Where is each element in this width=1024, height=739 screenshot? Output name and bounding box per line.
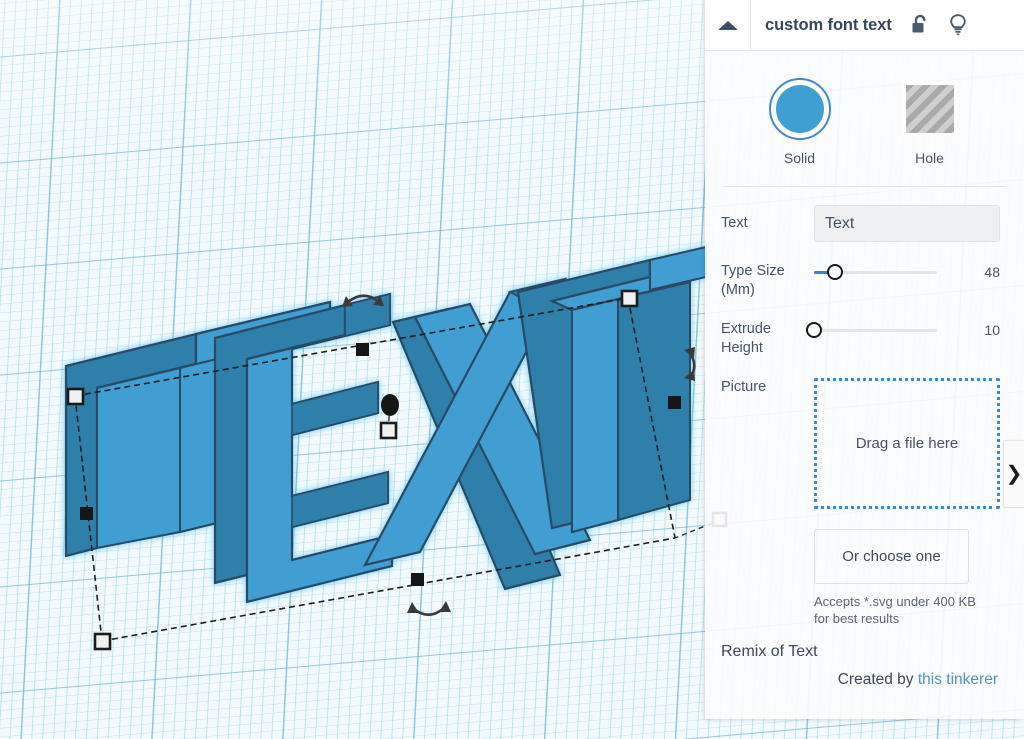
label-extrude-line1: Extrude [721,321,771,337]
page-title: custom font text [765,15,892,34]
remix-credit: Created by this tinkerer [721,671,1006,689]
hole-swatch [902,82,957,136]
solid-swatch-ring [768,78,831,140]
shape-mode-selector: Solid Hole [705,51,1024,182]
triangle-up-icon [717,20,738,30]
tinkerer-link[interactable]: this tinkerer [918,671,998,688]
slider-track [814,329,937,332]
panel-header: custom font text [705,0,1024,51]
label-picture: Picture [721,379,767,395]
mode-option-solid[interactable]: Solid [757,78,843,166]
collapse-panel-button[interactable] [705,0,751,50]
collapse-sidebar-tab[interactable]: ❯ [1003,440,1024,508]
field-row-text: Text [721,205,1008,242]
tinkercad-window: custom font text Solid Hole Text Text Ty… [0,0,1024,739]
remix-footer: Remix of Text Created by this tinkerer [705,627,1024,689]
text-input[interactable] [814,205,1000,242]
dropzone-label: Drag a file here [855,435,959,452]
slider-knob[interactable] [806,322,822,338]
field-row-type-size: Type Size (Mm) 48 [721,262,1008,300]
created-by-prefix: Created by [837,671,918,688]
accepts-line1: Accepts *.svg under 400 KB [814,594,976,609]
choose-file-label: Or choose one [842,548,941,565]
label-type-size-line2: (Mm) [721,282,755,298]
panel-body: Solid Hole Text Text Type Size (Mm) 48 E… [705,51,1024,719]
label-extrude-height: Extrude Height [721,320,814,358]
accepts-note: Accepts *.svg under 400 KB for best resu… [814,593,1014,627]
type-size-slider[interactable] [814,262,937,282]
file-dropzone[interactable]: Drag a file here [814,378,1000,509]
unlocked-padlock-icon[interactable] [910,14,930,36]
shape-properties-panel: custom font text Solid Hole Text Text Ty… [705,0,1024,719]
mode-label-hole: Hole [915,150,944,166]
field-row-picture: Picture Drag a file here [721,378,1008,509]
remix-title: Remix of Text [721,643,818,660]
hole-swatch-ring [899,78,961,140]
slider-knob[interactable] [827,264,843,280]
accepts-line2: for best results [814,611,900,626]
type-size-value: 48 [984,264,1000,280]
label-type-size-line1: Type Size [721,263,785,279]
solid-swatch [775,85,824,133]
extrude-height-value: 10 [984,322,1000,338]
label-extrude-line2: Height [721,340,763,356]
lightbulb-icon[interactable] [948,13,968,37]
field-row-extrude-height: Extrude Height 10 [721,320,1008,358]
mode-label-solid: Solid [783,150,816,166]
label-text: Text [721,215,748,231]
chevron-right-icon: ❯ [1005,463,1023,485]
label-type-size: Type Size (Mm) [721,262,814,300]
properties-form: Text Type Size (Mm) [705,187,1024,627]
mode-option-hole[interactable]: Hole [887,78,973,166]
choose-file-button[interactable]: Or choose one [814,529,969,584]
extrude-height-slider[interactable] [806,320,937,340]
panel-title-row: custom font text [751,0,1024,50]
